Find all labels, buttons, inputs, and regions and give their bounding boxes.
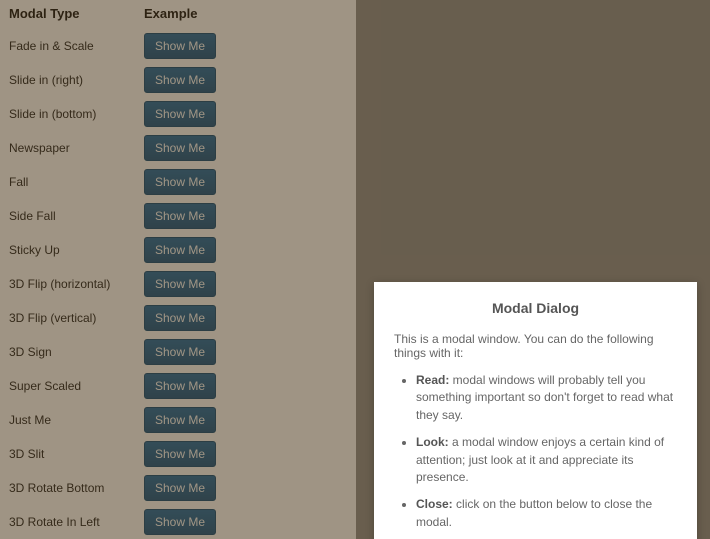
example-cell: Show Me: [140, 335, 345, 369]
show-me-button[interactable]: Show Me: [144, 203, 216, 229]
table-header-example: Example: [140, 0, 345, 29]
modal-type-label: 3D Sign: [5, 335, 140, 369]
modal-type-label: Sticky Up: [5, 233, 140, 267]
modal-type-label: Newspaper: [5, 131, 140, 165]
modal-type-label: Fade in & Scale: [5, 29, 140, 63]
example-cell: Show Me: [140, 267, 345, 301]
modal-feature-bold: Look:: [416, 435, 449, 449]
modal-type-label: 3D Flip (vertical): [5, 301, 140, 335]
table-row: 3D Flip (vertical)Show Me: [5, 301, 345, 335]
modal-type-label: Super Scaled: [5, 369, 140, 403]
show-me-button[interactable]: Show Me: [144, 271, 216, 297]
modal-type-label: 3D Flip (horizontal): [5, 267, 140, 301]
table-row: Slide in (right)Show Me: [5, 63, 345, 97]
example-cell: Show Me: [140, 29, 345, 63]
modal-feature-item: Close: click on the button below to clos…: [416, 496, 677, 531]
example-cell: Show Me: [140, 165, 345, 199]
show-me-button[interactable]: Show Me: [144, 237, 216, 263]
show-me-button[interactable]: Show Me: [144, 373, 216, 399]
show-me-button[interactable]: Show Me: [144, 339, 216, 365]
table-row: 3D Rotate BottomShow Me: [5, 471, 345, 505]
modal-feature-bold: Read:: [416, 373, 449, 387]
example-cell: Show Me: [140, 63, 345, 97]
example-cell: Show Me: [140, 199, 345, 233]
table-row: Just MeShow Me: [5, 403, 345, 437]
table-row: Super ScaledShow Me: [5, 369, 345, 403]
table-header-modal-type: Modal Type: [5, 0, 140, 29]
modal-feature-list: Read: modal windows will probably tell y…: [394, 372, 677, 531]
show-me-button[interactable]: Show Me: [144, 33, 216, 59]
table-row: Fade in & ScaleShow Me: [5, 29, 345, 63]
example-cell: Show Me: [140, 403, 345, 437]
example-cell: Show Me: [140, 131, 345, 165]
modal-feature-text: a modal window enjoys a certain kind of …: [416, 435, 664, 484]
table-row: 3D Rotate In LeftShow Me: [5, 505, 345, 539]
example-cell: Show Me: [140, 471, 345, 505]
modal-feature-text: modal windows will probably tell you som…: [416, 373, 673, 422]
modal-dialog: Modal Dialog This is a modal window. You…: [374, 282, 697, 539]
example-cell: Show Me: [140, 233, 345, 267]
modal-type-label: Side Fall: [5, 199, 140, 233]
modal-type-label: 3D Rotate Bottom: [5, 471, 140, 505]
table-row: Slide in (bottom)Show Me: [5, 97, 345, 131]
table-row: 3D SlitShow Me: [5, 437, 345, 471]
table-row: FallShow Me: [5, 165, 345, 199]
example-cell: Show Me: [140, 437, 345, 471]
show-me-button[interactable]: Show Me: [144, 67, 216, 93]
show-me-button[interactable]: Show Me: [144, 475, 216, 501]
example-cell: Show Me: [140, 97, 345, 131]
example-cell: Show Me: [140, 369, 345, 403]
show-me-button[interactable]: Show Me: [144, 509, 216, 535]
modal-feature-item: Look: a modal window enjoys a certain ki…: [416, 434, 677, 486]
table-row: 3D SignShow Me: [5, 335, 345, 369]
modal-type-label: 3D Rotate In Left: [5, 505, 140, 539]
show-me-button[interactable]: Show Me: [144, 441, 216, 467]
show-me-button[interactable]: Show Me: [144, 305, 216, 331]
modal-types-table: Modal Type Example Fade in & ScaleShow M…: [5, 0, 345, 539]
example-cell: Show Me: [140, 505, 345, 539]
table-row: Sticky UpShow Me: [5, 233, 345, 267]
table-row: NewspaperShow Me: [5, 131, 345, 165]
example-cell: Show Me: [140, 301, 345, 335]
show-me-button[interactable]: Show Me: [144, 169, 216, 195]
modal-type-label: Slide in (right): [5, 63, 140, 97]
modal-intro-text: This is a modal window. You can do the f…: [394, 332, 677, 360]
modal-type-label: Slide in (bottom): [5, 97, 140, 131]
table-row: 3D Flip (horizontal)Show Me: [5, 267, 345, 301]
modal-type-label: Fall: [5, 165, 140, 199]
show-me-button[interactable]: Show Me: [144, 135, 216, 161]
show-me-button[interactable]: Show Me: [144, 407, 216, 433]
modal-title: Modal Dialog: [394, 300, 677, 316]
show-me-button[interactable]: Show Me: [144, 101, 216, 127]
modal-type-label: 3D Slit: [5, 437, 140, 471]
modal-type-label: Just Me: [5, 403, 140, 437]
modal-feature-item: Read: modal windows will probably tell y…: [416, 372, 677, 424]
table-row: Side FallShow Me: [5, 199, 345, 233]
modal-feature-bold: Close:: [416, 497, 453, 511]
